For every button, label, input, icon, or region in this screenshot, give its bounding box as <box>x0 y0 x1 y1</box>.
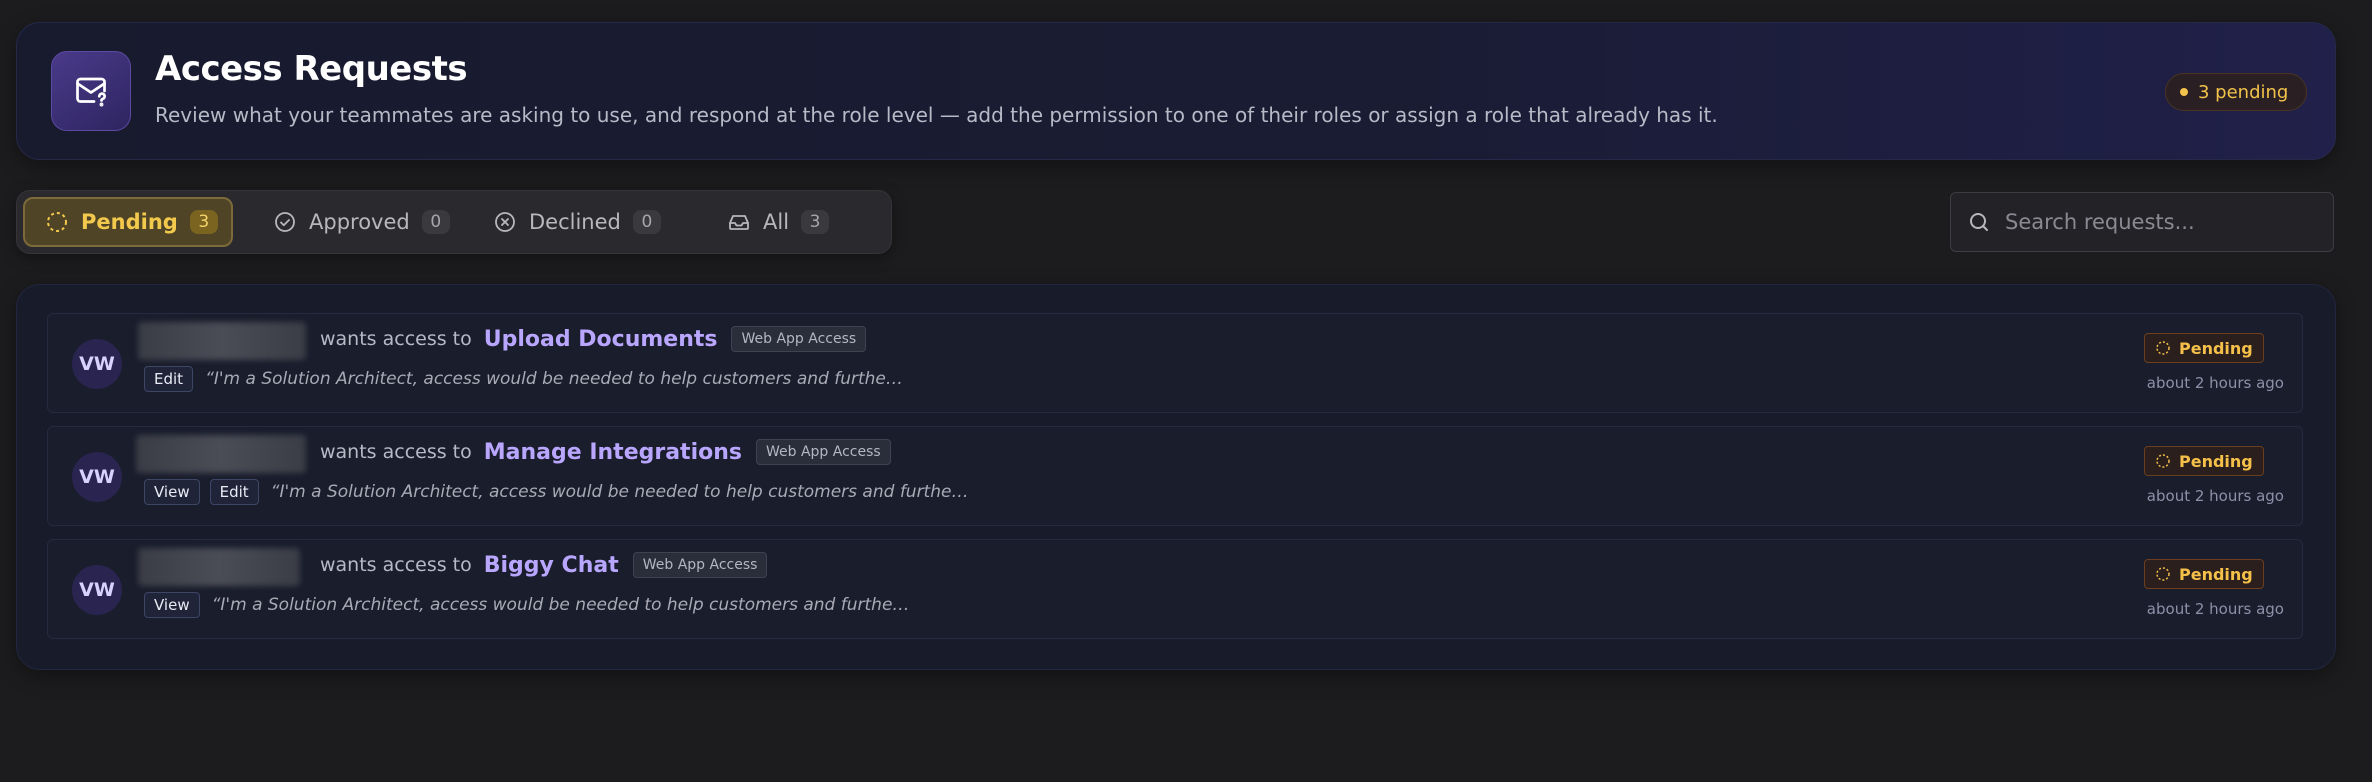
app-badge: Web App Access <box>731 326 867 352</box>
request-row[interactable]: VW wants access to Manage Integrations W… <box>47 426 2303 526</box>
dashed-circle-icon <box>47 212 67 232</box>
inbox-icon <box>729 215 749 230</box>
check-circle-icon <box>275 212 295 232</box>
status-badge: Pending <box>2144 559 2264 589</box>
pending-dot-icon <box>2180 88 2188 96</box>
requester-name-redacted <box>138 322 306 360</box>
wants-access-text: wants access to <box>320 554 472 576</box>
scope-badge-view: View <box>144 479 200 505</box>
dashed-circle-icon <box>2156 454 2170 468</box>
avatar: VW <box>72 452 122 502</box>
pending-count-label: 3 pending <box>2198 81 2289 103</box>
requester-name-redacted <box>138 548 300 586</box>
search-input[interactable] <box>2005 210 2325 234</box>
tab-declined-count: 0 <box>632 210 661 234</box>
requests-list: VW wants access to Upload Documents Web … <box>16 284 2336 670</box>
request-time: about 2 hours ago <box>2146 600 2284 618</box>
avatar: VW <box>72 565 122 615</box>
request-reason: “I'm a Solution Architect, access would … <box>270 482 969 502</box>
wants-access-text: wants access to <box>320 441 472 463</box>
avatar: VW <box>72 339 122 389</box>
scope-badge-edit: Edit <box>144 366 194 392</box>
status-badge: Pending <box>2144 333 2264 363</box>
requester-name-redacted <box>136 435 306 473</box>
tab-all-label: All <box>763 210 790 234</box>
x-circle-icon <box>495 212 515 232</box>
dashed-circle-icon <box>2156 567 2170 581</box>
scope-badge-edit: Edit <box>209 479 259 505</box>
tab-approved[interactable]: Approved 0 <box>253 197 453 247</box>
tab-pending[interactable]: Pending 3 <box>23 197 233 247</box>
tab-declined-label: Declined <box>529 210 621 234</box>
permission-link[interactable]: Manage Integrations <box>484 440 742 465</box>
page-title: Access Requests <box>155 49 468 89</box>
status-label: Pending <box>2179 564 2253 584</box>
app-badge: Web App Access <box>632 552 768 578</box>
tab-pending-label: Pending <box>81 210 178 234</box>
header-card: Access Requests Review what your teammat… <box>16 22 2336 160</box>
search-box <box>1950 192 2334 252</box>
tab-pending-count: 3 <box>189 210 218 234</box>
request-time: about 2 hours ago <box>2146 374 2284 392</box>
tab-declined[interactable]: Declined 0 <box>473 197 673 247</box>
pending-count-badge: 3 pending <box>2165 73 2308 111</box>
tab-approved-count: 0 <box>421 210 450 234</box>
request-reason: “I'm a Solution Architect, access would … <box>205 369 903 389</box>
dashed-circle-icon <box>2156 341 2170 355</box>
page-subtitle: Review what your teammates are asking to… <box>155 103 1718 127</box>
status-badge: Pending <box>2144 446 2264 476</box>
status-label: Pending <box>2179 338 2253 358</box>
request-row[interactable]: VW wants access to Upload Documents Web … <box>47 313 2303 413</box>
search-icon <box>1970 213 1988 231</box>
status-tabs: Pending 3 Approved 0 Declined 0 All 3 <box>16 190 892 254</box>
scope-badge-view: View <box>144 592 200 618</box>
permission-link[interactable]: Biggy Chat <box>484 553 619 578</box>
tab-all-count: 3 <box>801 210 830 234</box>
mail-question-icon <box>51 51 131 131</box>
permission-link[interactable]: Upload Documents <box>484 327 718 352</box>
status-label: Pending <box>2179 451 2253 471</box>
request-time: about 2 hours ago <box>2146 487 2284 505</box>
wants-access-text: wants access to <box>320 328 472 350</box>
app-badge: Web App Access <box>755 439 891 465</box>
tab-all[interactable]: All 3 <box>707 197 857 247</box>
request-row[interactable]: VW wants access to Biggy Chat Web App Ac… <box>47 539 2303 639</box>
tab-approved-label: Approved <box>309 210 410 234</box>
request-reason: “I'm a Solution Architect, access would … <box>211 595 910 615</box>
